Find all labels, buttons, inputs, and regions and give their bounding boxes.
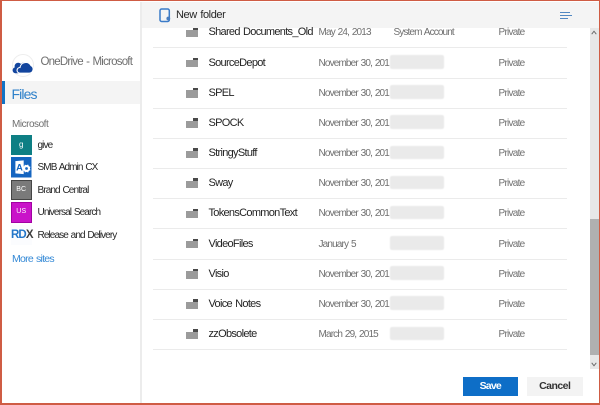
svg-text:A: A xyxy=(16,162,23,172)
